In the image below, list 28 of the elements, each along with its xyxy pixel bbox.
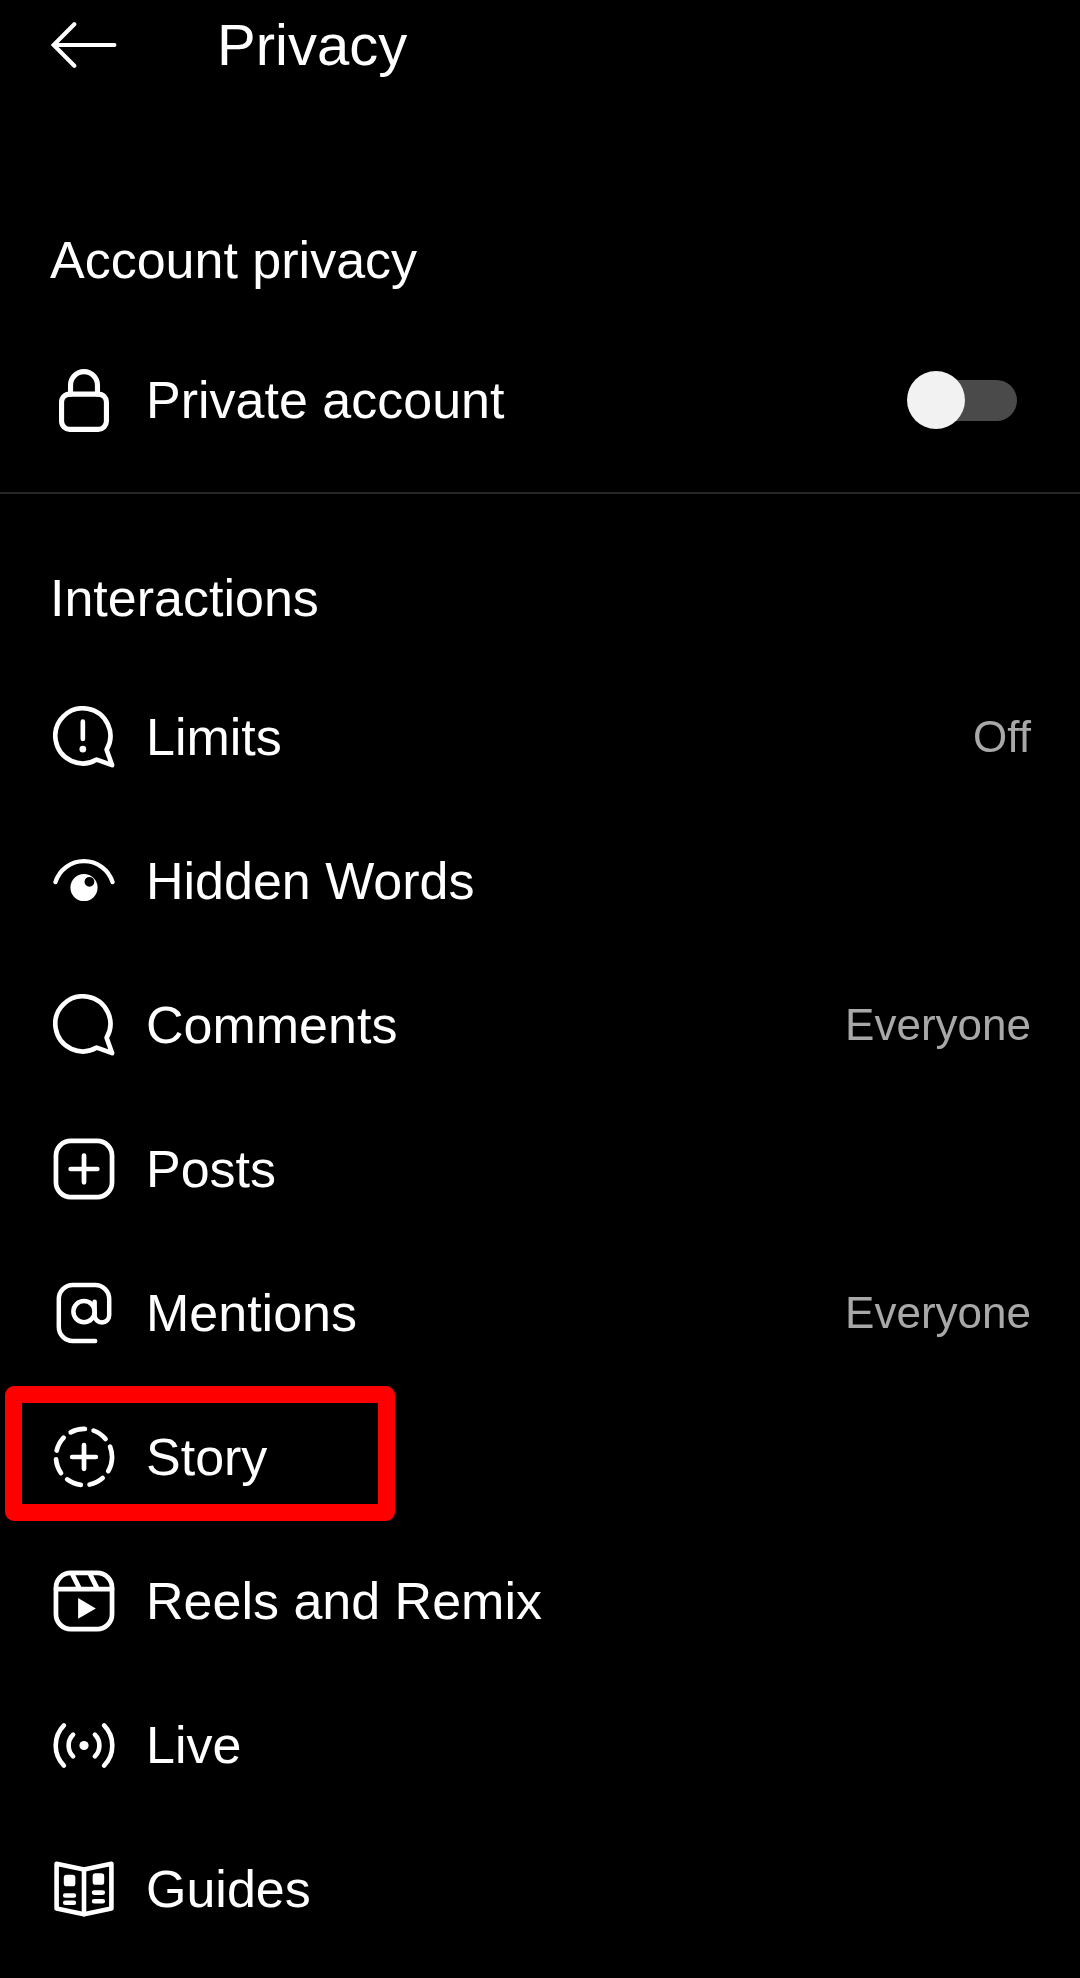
setting-label[interactable]: Limits [146, 706, 282, 768]
alert-bubble-icon [53, 706, 115, 768]
setting-label[interactable]: Mentions [146, 1282, 357, 1344]
back-button[interactable] [51, 21, 117, 69]
dashed-circle-plus-icon [53, 1426, 115, 1488]
setting-label[interactable]: Posts [146, 1138, 277, 1200]
arrow-left-icon [51, 21, 117, 69]
setting-label[interactable]: Reels and Remix [146, 1570, 542, 1632]
setting-label[interactable]: Guides [146, 1858, 311, 1920]
setting-label[interactable]: Live [146, 1714, 242, 1776]
setting-label: Private account [146, 370, 505, 431]
section-heading: Interactions [50, 568, 319, 628]
section-heading: Account privacy [50, 230, 418, 290]
setting-value: Everyone [845, 1287, 1031, 1339]
plus-square-icon [53, 1138, 115, 1200]
page-title: Privacy [217, 11, 408, 79]
broadcast-icon [53, 1720, 115, 1770]
toggle-switch[interactable] [907, 371, 1017, 429]
lock-icon [59, 368, 109, 432]
setting-label[interactable]: Comments [146, 994, 398, 1056]
play-clapper-icon [53, 1570, 115, 1632]
setting-value: Everyone [845, 999, 1031, 1051]
speech-bubble-icon [53, 994, 115, 1056]
book-icon [54, 1861, 114, 1917]
setting-label[interactable]: Story [146, 1426, 268, 1488]
at-sign-icon [56, 1282, 112, 1344]
setting-label[interactable]: Hidden Words [146, 850, 475, 912]
setting-value: Off [973, 711, 1031, 763]
